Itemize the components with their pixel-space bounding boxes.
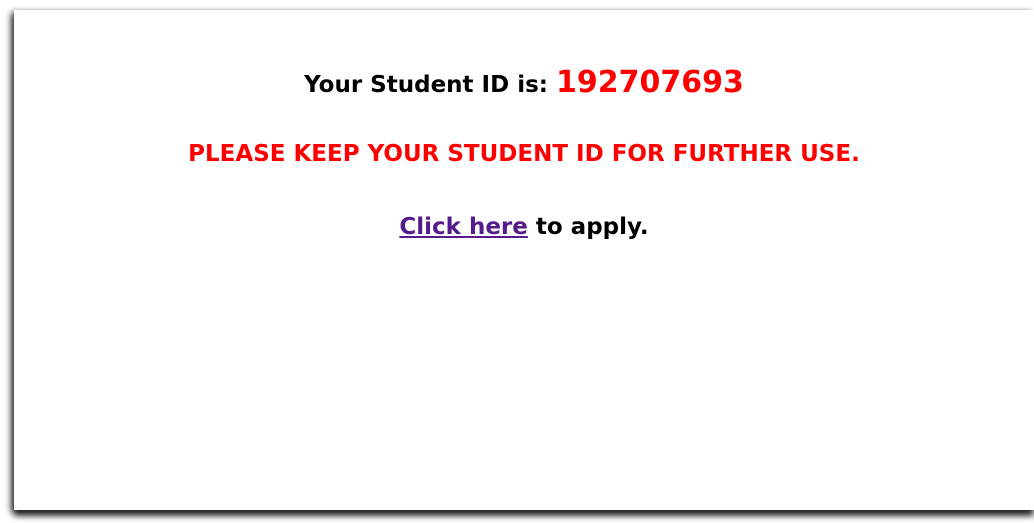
apply-link[interactable]: Click here (399, 214, 528, 240)
student-id-label: Your Student ID is: (304, 72, 556, 98)
student-id-line: Your Student ID is: 192707693 (14, 65, 1034, 100)
apply-line: Click here to apply. (14, 214, 1034, 240)
page-panel: Your Student ID is: 192707693 PLEASE KEE… (14, 10, 1034, 510)
student-id-value: 192707693 (556, 65, 744, 100)
keep-id-warning: PLEASE KEEP YOUR STUDENT ID FOR FURTHER … (188, 141, 860, 167)
apply-suffix: to apply. (527, 214, 649, 240)
